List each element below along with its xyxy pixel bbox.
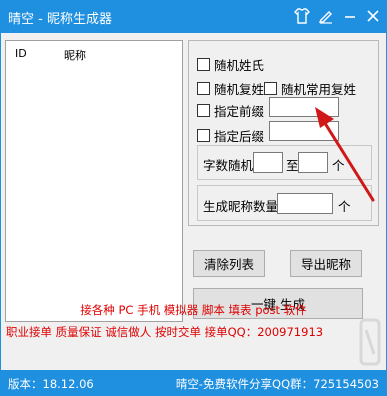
random-double-surname-checkbox[interactable]: 随机复姓 bbox=[197, 79, 264, 98]
promo-line-1: 接各种 PC 手机 模拟器 脚本 填表 post 软件 bbox=[80, 303, 307, 317]
suffix-checkbox[interactable]: 指定后缀 bbox=[197, 126, 264, 145]
prefix-label: 指定前缀 bbox=[214, 104, 265, 119]
count-label: 生成昵称数量 bbox=[203, 199, 279, 214]
checkbox-box[interactable] bbox=[197, 129, 210, 142]
clear-list-button[interactable]: 清除列表 bbox=[193, 250, 265, 277]
checkbox-box[interactable] bbox=[197, 104, 210, 117]
red-arrow-annotation bbox=[315, 107, 375, 202]
random-surname-checkbox[interactable]: 随机姓氏 bbox=[197, 55, 264, 74]
close-icon[interactable] bbox=[363, 6, 383, 26]
minimize-icon[interactable] bbox=[340, 6, 360, 26]
edit-icon[interactable] bbox=[316, 6, 336, 26]
prefix-checkbox[interactable]: 指定前缀 bbox=[197, 101, 264, 120]
list-header: ID 昵称 bbox=[6, 41, 182, 63]
suffix-label: 指定后缀 bbox=[214, 129, 265, 144]
random-surname-label: 随机姓氏 bbox=[214, 58, 265, 73]
checkbox-box[interactable] bbox=[197, 82, 210, 95]
length-to-label: 至 bbox=[286, 158, 299, 173]
title-bar: 晴空 - 昵称生成器 bbox=[0, 0, 387, 33]
checkbox-box[interactable] bbox=[264, 82, 277, 95]
status-bar: 版本：18.12.06 晴空-免费软件分享QQ群：725154503 bbox=[0, 370, 387, 396]
window-title: 晴空 - 昵称生成器 bbox=[8, 12, 112, 27]
length-from-input[interactable] bbox=[253, 152, 283, 173]
random-double-surname-label: 随机复姓 bbox=[214, 82, 265, 97]
column-header-nickname[interactable]: 昵称 bbox=[64, 47, 86, 63]
qq-group-text: 晴空-免费软件分享QQ群：725154503 bbox=[175, 377, 379, 391]
length-label: 字数随机 bbox=[203, 158, 254, 173]
watermark-logo-icon bbox=[359, 318, 381, 366]
column-header-id[interactable]: ID bbox=[15, 47, 27, 60]
export-nicknames-button[interactable]: 导出昵称 bbox=[290, 250, 362, 277]
promo-line-2: 职业接单 质量保证 诚信做人 按时交单 接单QQ：200971913 bbox=[6, 325, 324, 339]
nickname-list[interactable]: ID 昵称 bbox=[5, 40, 183, 322]
version-text: 版本：18.12.06 bbox=[8, 377, 94, 391]
checkbox-box[interactable] bbox=[197, 58, 210, 71]
shirt-icon[interactable] bbox=[292, 6, 312, 26]
